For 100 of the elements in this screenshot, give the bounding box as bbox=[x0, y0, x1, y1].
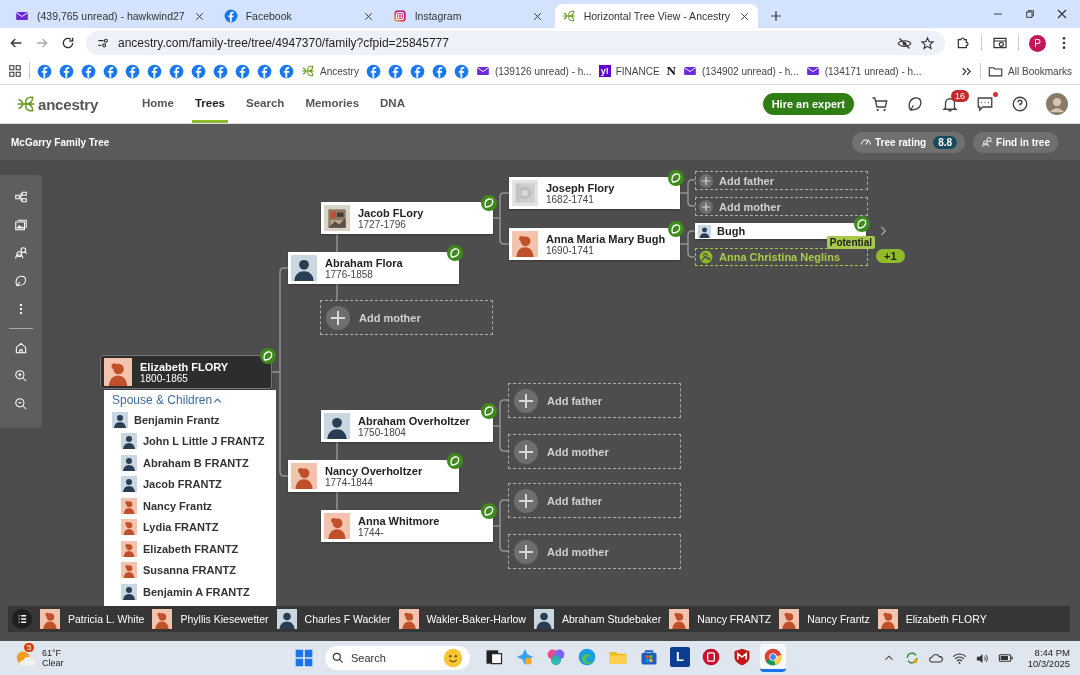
browser-tab[interactable]: Instagram bbox=[385, 4, 551, 28]
facebook-icon[interactable] bbox=[365, 63, 381, 79]
find-in-tree-button[interactable]: Find in tree bbox=[973, 131, 1058, 153]
add-parent-button[interactable]: Add mother bbox=[508, 434, 681, 469]
facebook-icon[interactable] bbox=[453, 63, 469, 79]
hint-leaf-icon[interactable] bbox=[481, 403, 497, 419]
facebook-icon[interactable] bbox=[257, 63, 272, 79]
home-icon[interactable] bbox=[14, 341, 28, 355]
add-parent-button[interactable]: Add mother bbox=[320, 300, 493, 335]
message-icon[interactable] bbox=[976, 95, 994, 113]
hint-bubble-icon[interactable] bbox=[906, 95, 924, 113]
browser-tab[interactable]: Facebook bbox=[216, 4, 382, 28]
family-member[interactable]: John L Little J FRANTZ bbox=[112, 430, 276, 452]
site-settings-icon[interactable] bbox=[96, 36, 110, 50]
person-card[interactable]: Elizabeth FLORY 1800-1865 bbox=[100, 355, 272, 389]
photos-icon[interactable] bbox=[14, 218, 28, 232]
recent-person[interactable]: Abraham Studebaker bbox=[533, 609, 662, 629]
add-parent-button[interactable]: Add mother bbox=[695, 197, 868, 216]
facebook-icon[interactable] bbox=[409, 63, 425, 79]
tree-rating-button[interactable]: Tree rating 8.8 bbox=[852, 131, 966, 153]
clock[interactable]: 8:44 PM 10/3/2025 bbox=[1027, 647, 1070, 669]
bookmark[interactable]: y! FINANCE bbox=[598, 65, 660, 77]
person-card[interactable]: Bugh bbox=[695, 223, 866, 239]
facebook-icon[interactable] bbox=[191, 63, 206, 79]
tree-name[interactable]: McGarry Family Tree bbox=[11, 136, 110, 148]
cart-icon[interactable] bbox=[871, 95, 889, 113]
news-bookmark[interactable]: N bbox=[666, 63, 676, 79]
bookmark[interactable]: Ancestry bbox=[301, 64, 359, 78]
recent-person[interactable]: Elizabeth FLORY bbox=[877, 609, 987, 629]
spouse-children-toggle[interactable]: Spouse & Children bbox=[112, 391, 224, 409]
search-field[interactable]: Search bbox=[325, 646, 470, 670]
recent-person[interactable]: Nancy Frantz bbox=[779, 609, 870, 629]
person-card[interactable]: Abraham Flora 1776-1858 bbox=[288, 252, 459, 284]
facebook-icon[interactable] bbox=[37, 63, 52, 79]
person-search-icon[interactable] bbox=[14, 246, 28, 260]
facebook-icon[interactable] bbox=[387, 63, 403, 79]
zoom-out-icon[interactable] bbox=[14, 397, 28, 411]
person-card[interactable]: Joseph Flory 1682-1741 bbox=[509, 177, 680, 209]
hint-leaf-icon[interactable] bbox=[668, 170, 684, 186]
recent-person[interactable]: Nancy FRANTZ bbox=[669, 609, 772, 629]
family-member[interactable]: Lydia FRANTZ bbox=[112, 516, 276, 538]
nav-tab[interactable]: Home bbox=[139, 85, 177, 123]
browser-tab[interactable]: (439,765 unread) - hawkwind27 bbox=[8, 4, 213, 28]
recent-person[interactable]: Charles F Wackler bbox=[276, 609, 391, 629]
apps-grid-icon[interactable] bbox=[8, 64, 22, 78]
windows-icon[interactable] bbox=[294, 648, 314, 668]
facebook-icon[interactable] bbox=[59, 63, 74, 79]
plus-icon[interactable] bbox=[768, 8, 784, 24]
recent-person[interactable]: Wakler-Baker-Harlow bbox=[398, 609, 526, 629]
add-parent-button[interactable]: Add father bbox=[508, 483, 681, 518]
bookmark[interactable]: (134171 unread) - h... bbox=[805, 64, 922, 78]
hint-leaf-icon[interactable] bbox=[447, 245, 463, 261]
star-icon[interactable] bbox=[920, 35, 935, 51]
family-member[interactable]: Benjamin Frantz bbox=[112, 409, 276, 431]
facebook-icon[interactable] bbox=[169, 63, 184, 79]
browser-tab[interactable]: Horizontal Tree View - Ancestry bbox=[554, 4, 758, 28]
add-parent-button[interactable]: Add father bbox=[508, 383, 681, 418]
hint-leaf-icon[interactable] bbox=[447, 453, 463, 469]
search-input[interactable]: Search bbox=[351, 652, 436, 664]
nav-tab[interactable]: DNA bbox=[377, 85, 408, 123]
facebook-icon[interactable] bbox=[103, 63, 118, 79]
person-card[interactable]: Abraham Overholtzer 1750-1804 bbox=[321, 410, 493, 442]
hint-leaf-icon[interactable] bbox=[481, 195, 497, 211]
bookmark[interactable]: (139126 unread) - h... bbox=[475, 64, 592, 78]
family-member[interactable]: Benjamin A FRANTZ bbox=[112, 581, 276, 603]
facebook-icon[interactable] bbox=[125, 63, 140, 79]
family-member[interactable]: Elizabeth FRANTZ bbox=[112, 538, 276, 560]
hire-expert-button[interactable]: Hire an expert bbox=[762, 93, 854, 115]
wifi-icon[interactable] bbox=[951, 650, 967, 666]
address-bar[interactable]: ancestry.com/family-tree/tree/4947370/family?cfpid=25845777 bbox=[86, 31, 945, 55]
nav-tab[interactable]: Search bbox=[243, 85, 288, 123]
family-member[interactable]: Nancy Frantz bbox=[112, 495, 276, 517]
person-card[interactable]: Jacob FLory 1727-1796 bbox=[321, 202, 493, 234]
hint-leaf-icon[interactable] bbox=[668, 221, 684, 237]
puzzle-icon[interactable] bbox=[955, 35, 971, 51]
recent-person[interactable]: Patricia L. White bbox=[40, 609, 145, 629]
hint-leaf-icon[interactable] bbox=[481, 503, 497, 519]
eye-off-icon[interactable] bbox=[897, 35, 912, 51]
person-card[interactable]: Anna Whitmore 1744- bbox=[321, 510, 493, 542]
family-member[interactable]: Abraham B FRANTZ bbox=[112, 452, 276, 474]
person-card[interactable]: Anna Maria Mary Bugh 1690-1741 bbox=[509, 228, 680, 260]
more-count-badge[interactable]: +1 bbox=[876, 249, 905, 263]
hint-leaf-icon[interactable] bbox=[260, 348, 276, 364]
leaf-icon[interactable] bbox=[16, 94, 36, 114]
list-icon[interactable] bbox=[12, 609, 32, 629]
tab-search-icon[interactable] bbox=[992, 35, 1008, 51]
hint-leaf-icon[interactable] bbox=[14, 274, 28, 288]
person-card[interactable]: Nancy Overholtzer 1774-1844 bbox=[288, 460, 459, 492]
facebook-icon[interactable] bbox=[147, 63, 162, 79]
profile-avatar[interactable]: P bbox=[1029, 34, 1046, 52]
all-bookmarks-button[interactable]: All Bookmarks bbox=[988, 63, 1072, 79]
help-icon[interactable] bbox=[1011, 95, 1029, 113]
nav-tab[interactable]: Memories bbox=[302, 85, 363, 123]
bookmark[interactable]: (134902 unread) - h... bbox=[682, 64, 799, 78]
tree-view-icon[interactable] bbox=[14, 190, 28, 204]
add-parent-button[interactable]: Add father bbox=[695, 171, 868, 190]
recent-person[interactable]: Phyllis Kiesewetter bbox=[152, 609, 269, 629]
site-logo[interactable]: ancestry bbox=[38, 95, 99, 113]
hint-leaf-icon[interactable] bbox=[854, 216, 870, 232]
zoom-in-icon[interactable] bbox=[14, 369, 28, 383]
